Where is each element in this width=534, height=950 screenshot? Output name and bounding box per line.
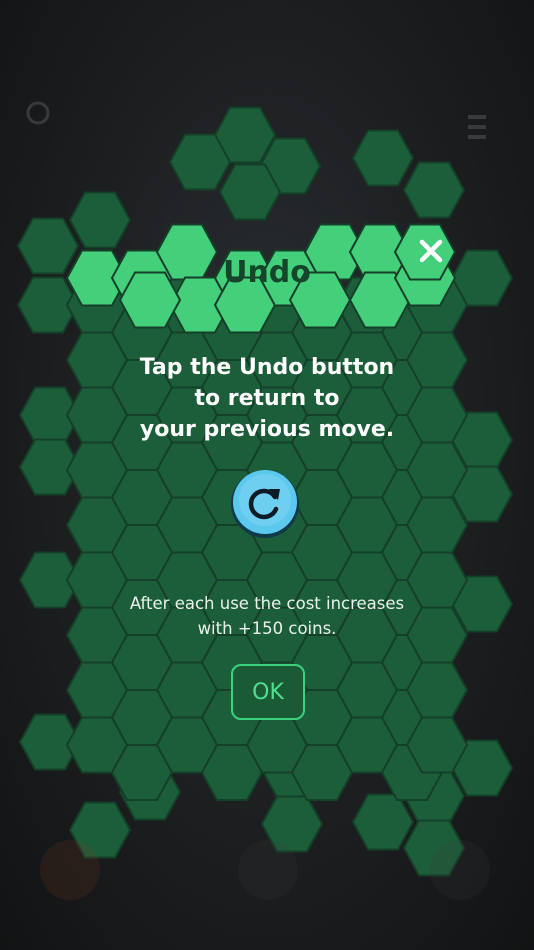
undo-icon bbox=[231, 470, 299, 538]
hex-tile bbox=[351, 129, 415, 187]
hex-tile bbox=[402, 161, 466, 219]
hex-tile bbox=[351, 793, 415, 851]
message-line: your previous move. bbox=[139, 417, 395, 442]
message-line: to return to bbox=[194, 386, 340, 411]
ok-button[interactable]: OK bbox=[231, 664, 305, 720]
hex-tile bbox=[402, 819, 466, 877]
dialog-title: Undo bbox=[223, 255, 311, 290]
cost-line: After each use the cost increases bbox=[129, 594, 405, 613]
close-button[interactable] bbox=[410, 231, 452, 271]
hex-tile bbox=[260, 795, 324, 853]
dialog-message: Tap the Undo button to return to your pr… bbox=[110, 352, 424, 445]
undo-icon-button[interactable] bbox=[229, 467, 301, 539]
cost-line: with +150 coins. bbox=[197, 619, 337, 638]
hex-tile bbox=[68, 191, 132, 249]
hex-tile bbox=[68, 801, 132, 859]
message-line: Tap the Undo button bbox=[139, 355, 395, 380]
cost-info: After each use the cost increases with +… bbox=[90, 591, 444, 641]
close-icon bbox=[419, 239, 443, 263]
